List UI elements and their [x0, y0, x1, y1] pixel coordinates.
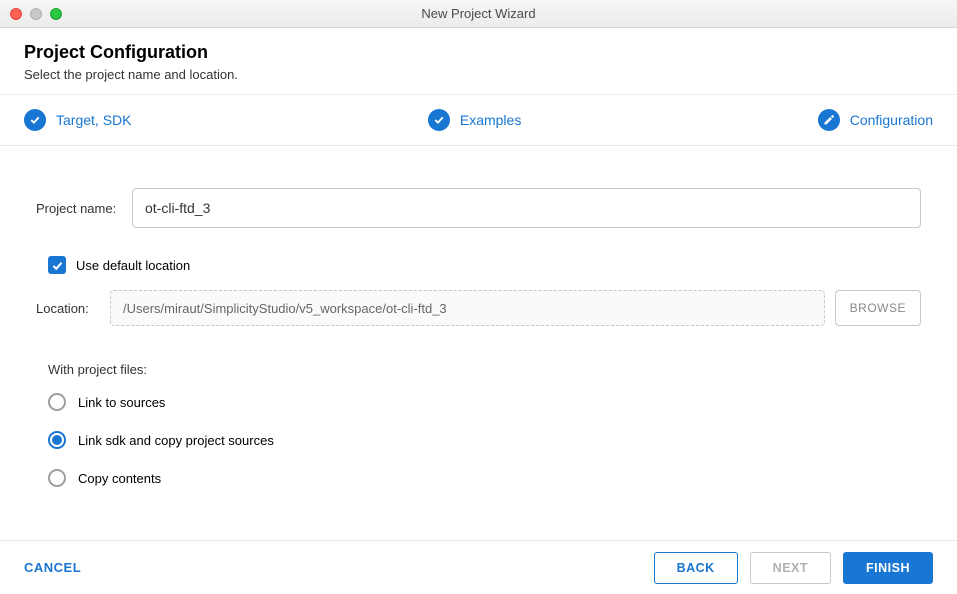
radio-unchecked-icon [48, 469, 66, 487]
check-icon [428, 109, 450, 131]
wizard-steps: Target, SDK Examples Configuration [0, 95, 957, 146]
window-title: New Project Wizard [0, 6, 957, 21]
radio-link-to-sources[interactable]: Link to sources [48, 393, 921, 411]
checkbox-checked-icon [48, 256, 66, 274]
step-target-sdk[interactable]: Target, SDK [24, 109, 131, 131]
radio-link-sdk-copy-sources[interactable]: Link sdk and copy project sources [48, 431, 921, 449]
page-title: Project Configuration [24, 42, 933, 63]
step-configuration[interactable]: Configuration [818, 109, 933, 131]
browse-button[interactable]: BROWSE [835, 290, 921, 326]
next-button: NEXT [750, 552, 831, 584]
wizard-content: Project name: Use default location Locat… [0, 146, 957, 507]
radio-label: Link sdk and copy project sources [78, 433, 274, 448]
wizard-footer: CANCEL BACK NEXT FINISH [0, 540, 957, 594]
wizard-header: Project Configuration Select the project… [0, 28, 957, 95]
radio-label: Link to sources [78, 395, 165, 410]
checkbox-label: Use default location [76, 258, 190, 273]
radio-checked-icon [48, 431, 66, 449]
close-window-icon[interactable] [10, 8, 22, 20]
zoom-window-icon[interactable] [50, 8, 62, 20]
radio-unchecked-icon [48, 393, 66, 411]
page-subtitle: Select the project name and location. [24, 67, 933, 82]
location-label: Location: [36, 301, 100, 316]
with-project-files-label: With project files: [48, 362, 921, 377]
use-default-location-checkbox[interactable]: Use default location [48, 256, 921, 274]
project-files-radio-group: Link to sources Link sdk and copy projec… [48, 393, 921, 487]
radio-copy-contents[interactable]: Copy contents [48, 469, 921, 487]
project-name-label: Project name: [36, 201, 132, 216]
pencil-icon [818, 109, 840, 131]
back-button[interactable]: BACK [654, 552, 738, 584]
minimize-window-icon[interactable] [30, 8, 42, 20]
traffic-lights [0, 8, 62, 20]
step-label: Configuration [850, 112, 933, 128]
finish-button[interactable]: FINISH [843, 552, 933, 584]
step-label: Examples [460, 112, 521, 128]
cancel-button[interactable]: CANCEL [24, 560, 81, 575]
check-icon [24, 109, 46, 131]
step-label: Target, SDK [56, 112, 131, 128]
window-titlebar: New Project Wizard [0, 0, 957, 28]
location-input [110, 290, 825, 326]
step-examples[interactable]: Examples [428, 109, 521, 131]
radio-label: Copy contents [78, 471, 161, 486]
project-name-input[interactable] [132, 188, 921, 228]
